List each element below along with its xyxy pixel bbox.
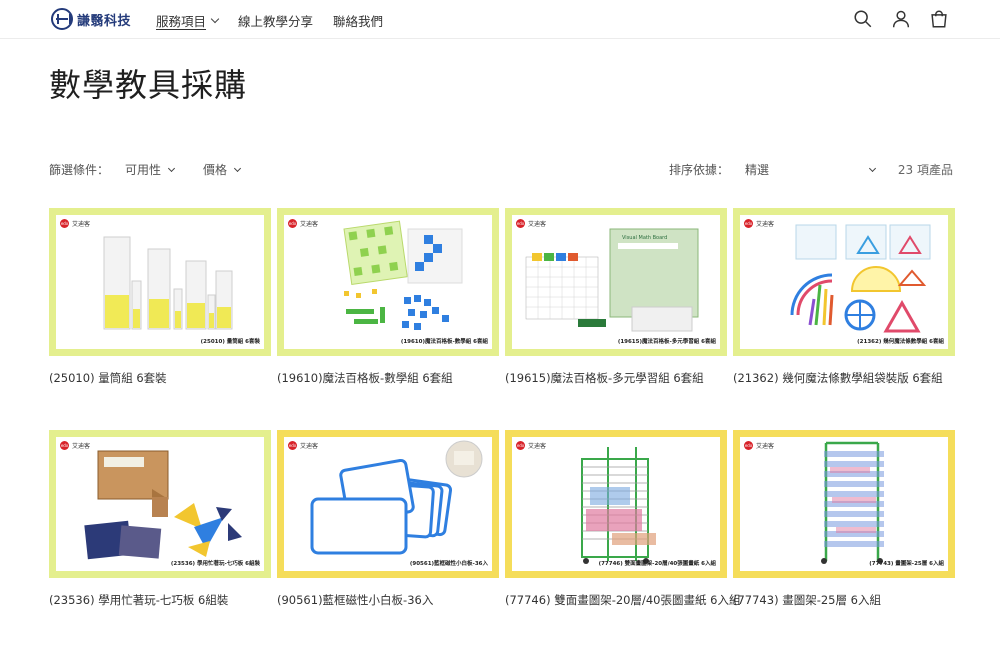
board-box-title: Visual Math Board	[622, 235, 667, 241]
site-header: 謙翳科技 服務項目 線上教學分享 聯絡我們	[0, 0, 1000, 39]
sort-value: 精選	[745, 163, 770, 177]
cylinders-illustration	[103, 236, 233, 330]
product-title[interactable]: (77746) 雙面畫圖架-20層/40張圖畫紙 6入組	[505, 592, 740, 608]
product-image[interactable]: edx 艾迪客 (77746) 雙面畫圖架-20層/40張圖畫紙 6入組	[505, 430, 727, 578]
main-nav: 服務項目 線上教學分享 聯絡我們	[156, 11, 383, 30]
nav-services-label: 服務項目	[156, 14, 207, 29]
brand-badge: edx 艾迪客	[60, 441, 90, 450]
brand-logo-icon: edx	[60, 219, 69, 228]
brand-badge: edx 艾迪客	[288, 441, 318, 450]
brand-badge: edx 艾迪客	[744, 441, 774, 450]
filter-price[interactable]: 價格	[203, 161, 242, 178]
whiteboards-illustration	[310, 440, 483, 555]
header-icons	[852, 8, 950, 30]
filter-label: 篩選條件：	[49, 163, 110, 177]
brand-name: 艾迪客	[300, 221, 319, 228]
logo-text: 謙翳科技	[77, 13, 132, 29]
product-title[interactable]: (21362) 幾何魔法條數學組袋裝版 6套組	[733, 370, 955, 386]
product-title[interactable]: (19610)魔法百格板-數學組 6套組	[277, 370, 499, 386]
brand-logo-icon: edx	[288, 219, 297, 228]
product-image[interactable]: edx 艾迪客 (77743) 畫圖架-25層 6入組	[733, 430, 955, 578]
search-icon[interactable]	[852, 8, 874, 30]
tangram-illustration	[84, 450, 242, 560]
image-tag: (21362) 幾何魔法條數學組 6套組	[857, 339, 944, 345]
product-image[interactable]: edx 艾迪客 (19610)魔法百格板-數學組 6套組	[277, 208, 499, 356]
nav-online-teaching-label: 線上教學分享	[238, 14, 314, 29]
image-tag: (90561)藍框磁性小白板-36入	[409, 561, 488, 567]
brand-badge: edx 艾迪客	[516, 441, 546, 450]
product-title[interactable]: (90561)藍框磁性小白板-36入	[277, 592, 499, 608]
brand-badge: edx 艾迪客	[60, 219, 90, 228]
product-image[interactable]: edx 艾迪客 (21362) 幾何魔法條數學組 6套組	[733, 208, 955, 356]
sort-select[interactable]: 精選	[745, 161, 877, 178]
image-tag: (23536) 學用忙著玩-七巧板 6組裝	[170, 561, 260, 567]
math-board-illustration: Visual Math Board	[525, 228, 699, 332]
product-title[interactable]: (77743) 畫圖架-25層 6入組	[733, 592, 955, 608]
chevron-down-icon	[868, 164, 877, 172]
image-tag: (77746) 雙面畫圖架-20層/40張圖畫紙 6入組	[598, 561, 716, 567]
chevron-down-icon	[233, 164, 242, 172]
nav-services[interactable]: 服務項目	[156, 11, 220, 30]
nav-contact[interactable]: 聯絡我們	[333, 11, 383, 30]
product-card[interactable]: edx 艾迪客 (77743) 畫圖架-25層 6入組 (77743) 畫圖架-2…	[733, 430, 955, 608]
brand-logo-icon: edx	[744, 441, 753, 450]
brand-badge: edx 艾迪客	[744, 219, 774, 228]
product-title[interactable]: (23536) 學用忙著玩-七巧板 6組裝	[49, 592, 271, 608]
brand-name: 艾迪客	[300, 443, 319, 450]
product-card[interactable]: edx 艾迪客 (77746) 雙面畫圖架-20層/40張圖畫紙 6入組 (777…	[505, 430, 740, 608]
image-tag: (19610)魔法百格板-數學組 6套組	[400, 339, 488, 345]
product-card[interactable]: Visual Math Board edx 艾迪客 (19615)魔法百格板-多元…	[505, 208, 727, 386]
image-tag: (77743) 畫圖架-25層 6入組	[869, 561, 944, 567]
brand-logo-icon: edx	[516, 219, 525, 228]
product-image[interactable]: Visual Math Board edx 艾迪客 (19615)魔法百格板-多元…	[505, 208, 727, 356]
brand-name: 艾迪客	[528, 221, 547, 228]
filter-bar: 篩選條件： 可用性 價格 排序依據： 精選 23 項產品	[49, 161, 953, 179]
product-image[interactable]: edx 艾迪客 (23536) 學用忙著玩-七巧板 6組裝	[49, 430, 271, 578]
chevron-down-icon	[167, 164, 176, 172]
product-count: 23 項產品	[897, 163, 953, 177]
product-title[interactable]: (19615)魔法百格板-多元學習組 6套組	[505, 370, 727, 386]
brand-name: 艾迪客	[528, 443, 547, 450]
art-rack-illustration	[821, 441, 884, 564]
site-logo[interactable]: 謙翳科技	[51, 8, 131, 30]
brand-logo-icon: edx	[744, 219, 753, 228]
product-card[interactable]: edx 艾迪客 (90561)藍框磁性小白板-36入 (90561)藍框磁性小白板…	[277, 430, 499, 608]
product-card[interactable]: edx 艾迪客 (19610)魔法百格板-數學組 6套組 (19610)魔法百格板…	[277, 208, 499, 386]
filter-price-label: 價格	[203, 163, 228, 177]
chevron-down-icon	[210, 14, 220, 24]
sort-label: 排序依據：	[669, 163, 730, 177]
brand-name: 艾迪客	[72, 443, 91, 450]
brand-logo-icon: edx	[516, 441, 525, 450]
product-image[interactable]: edx 艾迪客 (25010) 量筒組 6套裝	[49, 208, 271, 356]
hundred-board-illustration	[343, 220, 463, 330]
cart-icon[interactable]	[928, 8, 950, 30]
image-tag: (19615)魔法百格板-多元學習組 6套組	[617, 339, 716, 345]
brand-name: 艾迪客	[756, 443, 775, 450]
product-title[interactable]: (25010) 量筒組 6套裝	[49, 370, 271, 386]
logo-mark-icon	[51, 8, 73, 30]
product-card[interactable]: edx 艾迪客 (23536) 學用忙著玩-七巧板 6組裝 (23536) 學用忙…	[49, 430, 271, 608]
account-icon[interactable]	[890, 8, 912, 30]
image-tag: (25010) 量筒組 6套裝	[200, 339, 260, 345]
brand-badge: edx 艾迪客	[288, 219, 318, 228]
nav-online-teaching[interactable]: 線上教學分享	[238, 11, 313, 30]
brand-logo-icon: edx	[60, 441, 69, 450]
geometry-strips-illustration	[790, 224, 931, 333]
product-card[interactable]: edx 艾迪客 (21362) 幾何魔法條數學組 6套組 (21362) 幾何魔法…	[733, 208, 955, 386]
filter-availability[interactable]: 可用性	[125, 161, 176, 178]
page-title: 數學教具採購	[49, 66, 248, 104]
filter-availability-label: 可用性	[125, 163, 162, 177]
product-card[interactable]: edx 艾迪客 (25010) 量筒組 6套裝 (25010) 量筒組 6套裝	[49, 208, 271, 386]
nav-contact-label: 聯絡我們	[333, 14, 384, 29]
brand-name: 艾迪客	[756, 221, 775, 228]
brand-logo-icon: edx	[288, 441, 297, 450]
drying-rack-illustration	[581, 447, 656, 564]
brand-badge: edx 艾迪客	[516, 219, 546, 228]
product-image[interactable]: edx 艾迪客 (90561)藍框磁性小白板-36入	[277, 430, 499, 578]
brand-name: 艾迪客	[72, 221, 91, 228]
